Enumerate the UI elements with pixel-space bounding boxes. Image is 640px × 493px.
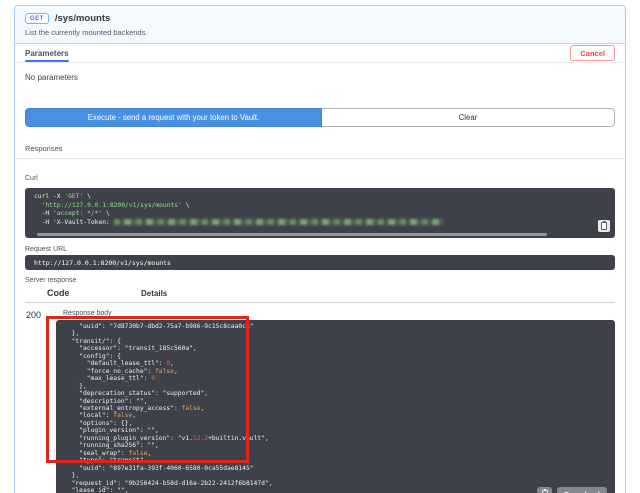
responses-section-title: Responses <box>15 139 625 159</box>
code-column-header: Code <box>25 288 141 298</box>
clipboard-icon <box>601 222 607 230</box>
curl-label: Curl <box>25 175 38 182</box>
tab-bar: Parameters Cancel <box>15 44 625 63</box>
no-parameters-text: No parameters <box>15 63 625 100</box>
clear-button[interactable]: Clear <box>322 108 615 127</box>
endpoint-header[interactable]: GET /sys/mounts List the currently mount… <box>15 6 625 44</box>
copy-response-icon[interactable] <box>537 487 552 493</box>
tab-parameters[interactable]: Parameters <box>25 44 69 62</box>
response-details-cell: Response body "uuid": "7d8730b7-dbd2-75a… <box>56 310 615 493</box>
request-url-label: Request URL <box>25 246 615 253</box>
endpoint-description: List the currently mounted backends. <box>25 28 615 37</box>
execute-button[interactable]: Execute - send a request with your token… <box>25 108 322 127</box>
response-row-200: 200 Response body "uuid": "7d8730b7-dbd2… <box>25 303 615 493</box>
server-response-label: Server response <box>25 277 615 284</box>
redacted-token <box>114 219 444 225</box>
opblock-get-sys-mounts: GET /sys/mounts List the currently mount… <box>14 5 626 493</box>
response-body-label: Response body <box>56 310 615 317</box>
details-column-header: Details <box>141 289 167 298</box>
tab-parameters-label: Parameters <box>25 49 69 58</box>
response-actions: Download <box>537 487 607 493</box>
swagger-ui-page: GET /sys/mounts List the currently mount… <box>0 0 640 493</box>
request-url-value: http://127.0.0.1:8200/v1/sys/mounts <box>25 255 615 270</box>
response-body-json[interactable]: "uuid": "7d8730b7-dbd2-75a7-b986-9c15c8c… <box>56 320 615 493</box>
copy-curl-icon[interactable] <box>598 220 610 232</box>
response-table-header: Code Details <box>25 288 615 303</box>
download-button[interactable]: Download <box>557 487 607 493</box>
status-code: 200 <box>25 310 56 493</box>
curl-command-block: curl -X 'GET' \ 'http://127.0.0.1:8200/v… <box>25 188 615 238</box>
responses-section: Responses Curl curl -X 'GET' \ 'http://1… <box>15 139 625 493</box>
server-response-table: Code Details 200 Response body "uuid": "… <box>25 288 615 493</box>
response-body-block: "uuid": "7d8730b7-dbd2-75a7-b986-9c15c8c… <box>56 320 615 493</box>
http-method-badge: GET <box>25 13 49 24</box>
cancel-button[interactable]: Cancel <box>570 45 615 61</box>
curl-horizontal-scrollbar[interactable] <box>37 233 547 236</box>
execute-clear-row: Execute - send a request with your token… <box>25 108 615 127</box>
endpoint-path: /sys/mounts <box>55 13 110 24</box>
curl-command-text[interactable]: curl -X 'GET' \ 'http://127.0.0.1:8200/v… <box>25 188 615 232</box>
endpoint-summary-row: GET /sys/mounts <box>25 13 615 24</box>
responses-inner: Curl curl -X 'GET' \ 'http://127.0.0.1:8… <box>15 159 625 493</box>
